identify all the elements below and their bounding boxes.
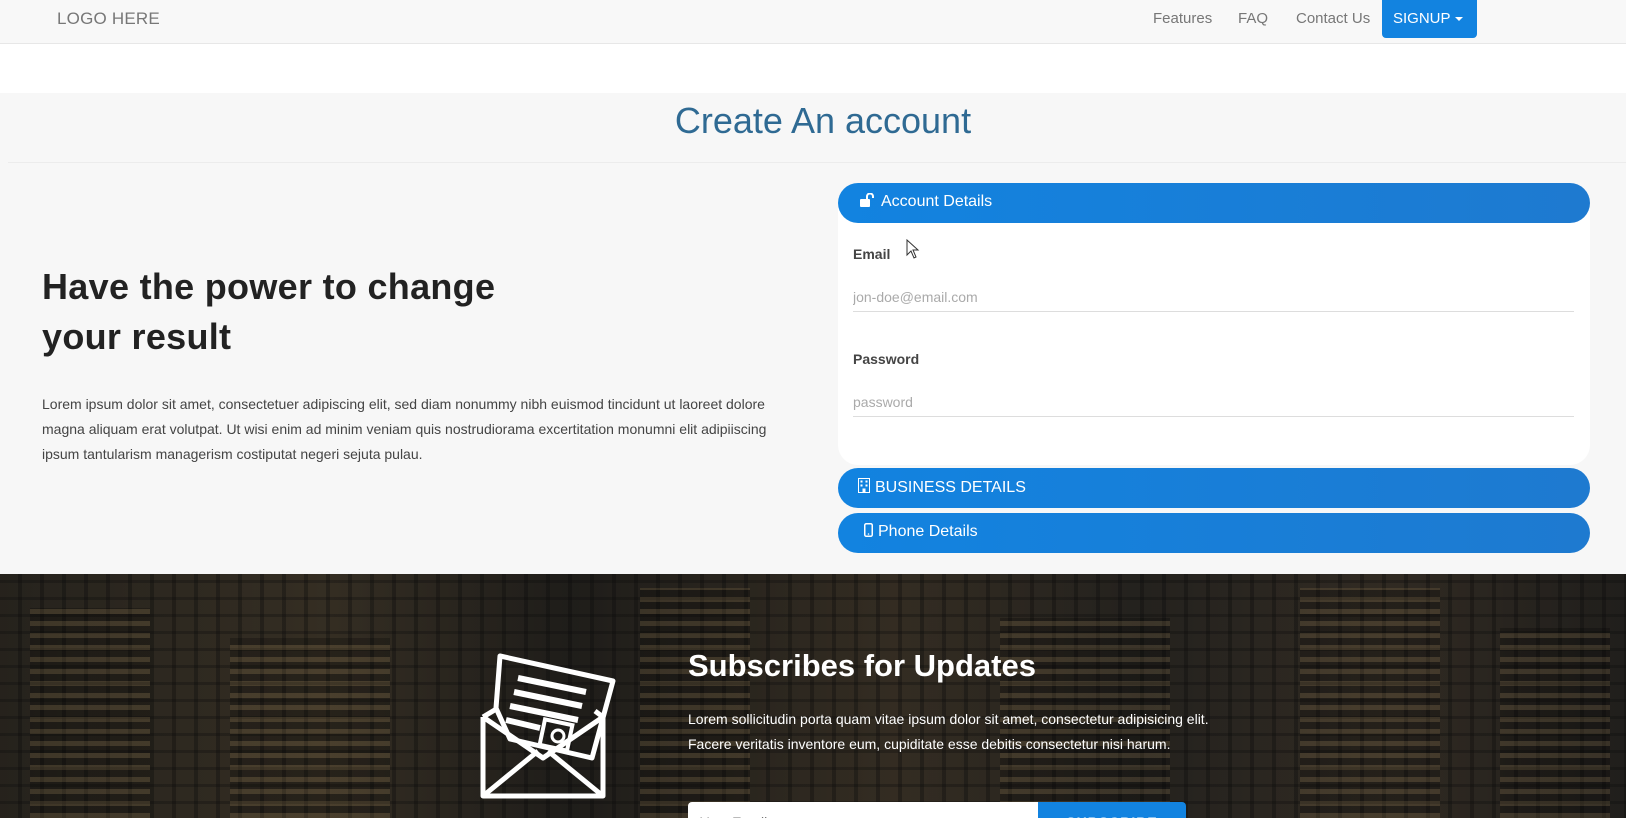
signup-label: SIGNUP [1393,10,1451,27]
accordion-phone-details[interactable]: Phone Details [838,513,1590,553]
accordion-account-details-label: Account Details [881,193,993,210]
hero-heading: Have the power to change your result [42,262,602,362]
nav-link-features[interactable]: Features [1153,10,1212,27]
top-navbar: LOGO HERE Features FAQ Contact Us SIGNUP [0,0,1626,44]
subscribe-title: Subscribes for Updates [688,648,1036,683]
subscribe-section-background [0,574,1626,818]
city-building [640,588,750,818]
email-label: Email [853,246,891,262]
mouse-cursor-icon [906,238,920,264]
accordion-business-details[interactable]: BUSINESS DETAILS [838,468,1590,508]
title-divider [8,162,1626,163]
hero-heading-line1: Have the power to change [42,266,496,307]
caret-down-icon [1454,17,1463,22]
section-title: Create An account [674,100,972,141]
signup-dropdown-button[interactable]: SIGNUP [1382,0,1477,38]
nav-link-contact-us[interactable]: Contact Us [1296,10,1370,27]
logo[interactable]: LOGO HERE [57,9,160,29]
hero-paragraph: Lorem ipsum dolor sit amet, consectetuer… [42,396,767,462]
email-field[interactable] [853,282,1574,312]
envelope-letter-icon [480,648,616,805]
accordion-business-details-label: BUSINESS DETAILS [875,479,1026,496]
accordion-account-details[interactable]: Account Details [838,183,1590,223]
subscribe-text-line2: Facere veritatis inventore eum, cupidita… [688,736,1171,752]
nav-link-faq[interactable]: FAQ [1238,10,1268,27]
city-building [1500,628,1610,818]
unlock-icon [860,192,876,212]
city-building [230,638,390,818]
city-building [30,608,150,818]
building-icon [858,478,870,498]
subscribe-text-line1: Lorem sollicitudin porta quam vitae ipsu… [688,711,1209,727]
subscribe-email-input[interactable] [688,802,1038,818]
subscribe-text: Lorem sollicitudin porta quam vitae ipsu… [688,707,1268,757]
account-details-panel [838,183,1590,465]
password-field[interactable] [853,387,1574,417]
mobile-icon [864,523,873,542]
password-label: Password [853,351,920,367]
hero-heading-line2: your result [42,316,232,357]
city-building [1300,588,1440,818]
accordion-phone-details-label: Phone Details [878,523,978,540]
subscribe-button[interactable]: SUBSCRIBE [1038,802,1186,818]
